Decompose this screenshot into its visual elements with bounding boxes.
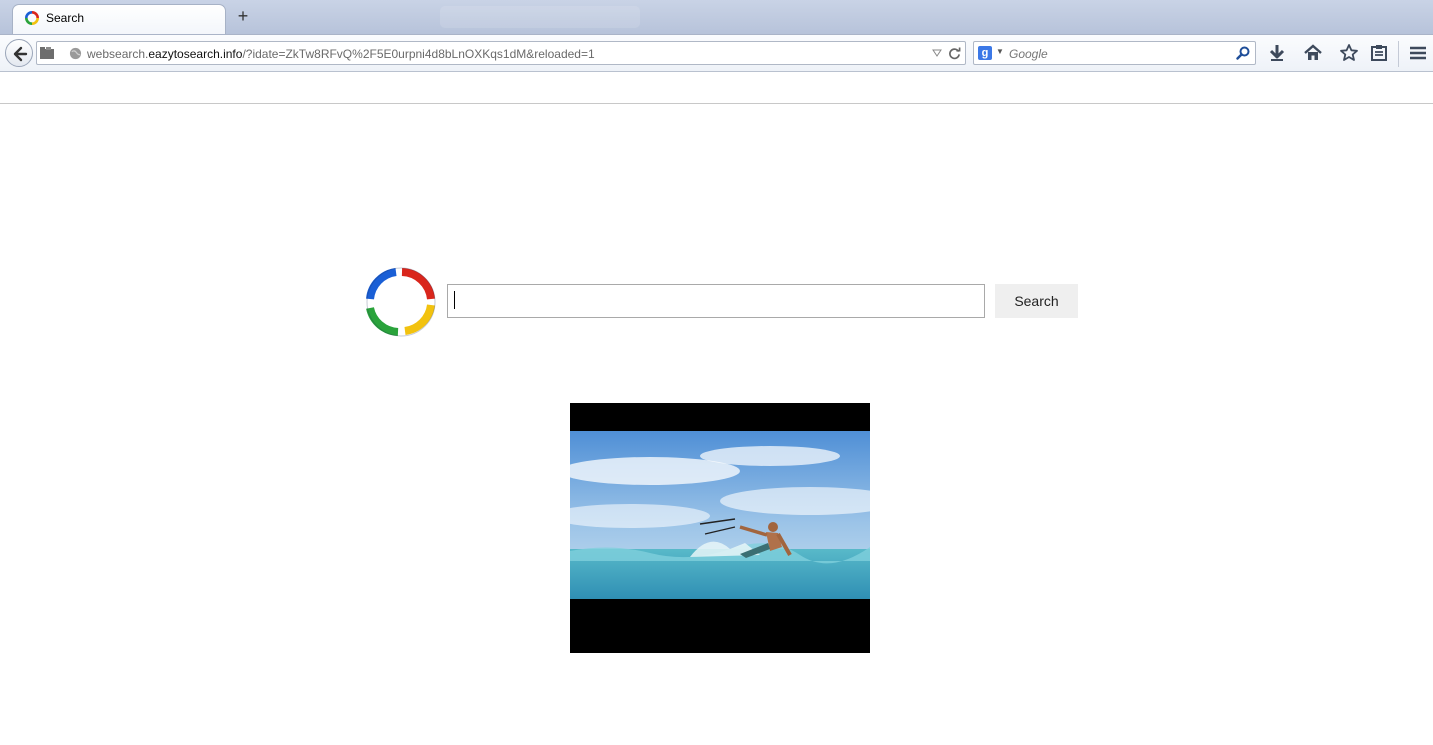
search-placeholder: Google <box>1009 47 1048 61</box>
tab-strip: Search + <box>0 0 1433 34</box>
navigation-toolbar: websearch.eazytosearch.info/?idate=ZkTw8… <box>0 34 1433 72</box>
kitesurfer-scene <box>570 431 870 599</box>
main-search-input[interactable] <box>447 284 985 318</box>
browser-search-bar[interactable]: g ▼ Google <box>973 41 1256 65</box>
text-cursor <box>454 291 455 309</box>
video-frame <box>570 431 870 599</box>
video-player[interactable] <box>570 403 870 653</box>
back-button[interactable] <box>5 39 33 67</box>
google-engine-icon[interactable]: g <box>978 46 992 60</box>
tab-title: Search <box>46 11 85 25</box>
site-logo-ring-icon <box>366 267 436 337</box>
new-tab-button[interactable]: + <box>233 7 253 27</box>
history-dropdown-icon[interactable] <box>932 49 942 57</box>
page-header-divider <box>0 103 1433 104</box>
bookmark-star-icon[interactable] <box>1339 43 1359 63</box>
bookmarks-menu-icon[interactable] <box>1369 43 1389 63</box>
tabs-icon[interactable] <box>39 46 55 60</box>
engine-dropdown-icon[interactable]: ▼ <box>996 47 1004 56</box>
active-tab[interactable]: Search <box>12 4 226 34</box>
reload-icon[interactable] <box>948 47 961 60</box>
home-icon[interactable] <box>1303 43 1323 63</box>
search-button[interactable]: Search <box>995 284 1078 318</box>
download-icon[interactable] <box>1267 43 1287 63</box>
site-ring-icon <box>25 11 39 25</box>
toolbar-separator <box>1398 41 1399 67</box>
hamburger-menu-icon[interactable] <box>1408 43 1428 63</box>
globe-icon[interactable] <box>69 47 82 60</box>
back-arrow-icon <box>13 46 28 62</box>
url-text[interactable]: websearch.eazytosearch.info/?idate=ZkTw8… <box>87 47 595 61</box>
background-tab[interactable] <box>440 6 640 28</box>
address-bar[interactable]: websearch.eazytosearch.info/?idate=ZkTw8… <box>36 41 966 65</box>
magnifier-icon[interactable] <box>1236 46 1250 60</box>
